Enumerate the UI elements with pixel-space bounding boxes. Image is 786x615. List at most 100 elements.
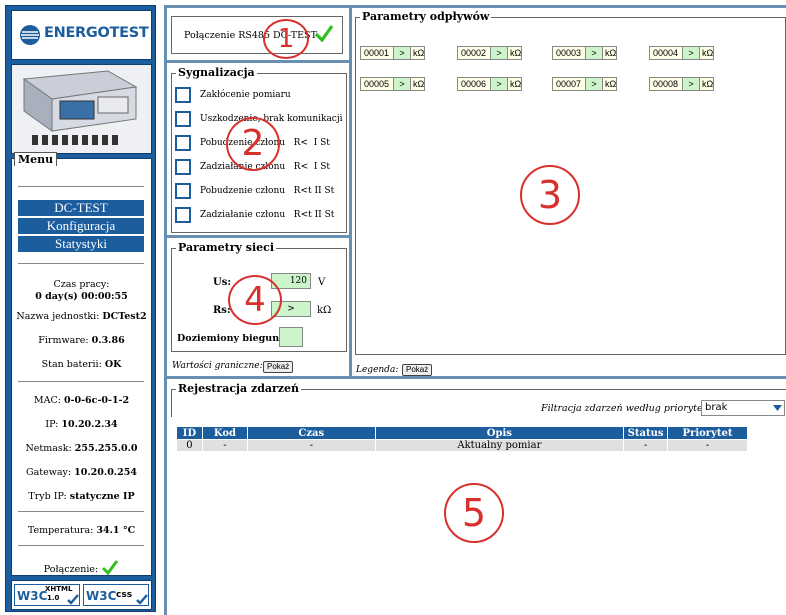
cell-opis: Aktualny pomiar [374,439,625,452]
network-legend: Parametry sieci [176,241,277,254]
cell-status: - [623,439,669,452]
menu-item-konfiguracja[interactable]: Konfiguracja [18,218,144,234]
output-cell[interactable]: 00002 > kΩ [457,46,523,60]
output-id: 00005 [364,79,390,89]
output-value: > [393,47,411,59]
signal-indicator [175,207,191,223]
output-value: > [585,47,603,59]
output-id: 00001 [364,48,390,58]
cell-id: 0 [176,439,203,452]
gateway-label: Gateway: [26,467,72,478]
battery-row: Stan baterii: OK [12,359,151,370]
output-id: 00002 [461,48,487,58]
output-value: > [585,78,603,90]
output-cell[interactable]: 00001 > kΩ [360,46,426,60]
column-header-kod[interactable]: Kod [201,426,248,440]
signal-indicator [175,87,191,103]
output-cell[interactable]: 00008 > kΩ [649,77,715,91]
brand-logo: ENERGOTEST [11,10,152,60]
connection-panel: Połączenie RS485 DC-TEST [167,8,349,60]
output-unit: kΩ [510,48,522,58]
signal-label: Zadziałanie członu R<t II St [200,210,335,220]
output-id: 00003 [556,48,582,58]
annotation-2: 2 [226,117,280,171]
output-unit: kΩ [413,79,425,89]
limits-label: Wartości graniczne: [172,361,263,371]
annotation-1: 1 [263,19,309,59]
show-limits-button[interactable]: Pokaż [263,361,294,373]
ip-value: 10.20.2.34 [61,419,118,430]
ip-label: IP: [45,419,59,430]
output-unit: kΩ [702,79,714,89]
output-id: 00004 [653,48,679,58]
column-header-id[interactable]: ID [176,426,203,440]
w3c-label: W3C [17,589,48,603]
device-image [12,65,151,153]
xhtml-version: 1.0 [47,594,60,602]
output-id: 00008 [653,79,679,89]
brand-name: ENERGOTEST [44,25,149,41]
us-label: Us: [213,277,232,288]
mac-value: 0-0-6c-0-1-2 [63,395,130,406]
divider [18,263,144,264]
checkmark-icon [314,25,334,42]
unit-name-row: Nazwa jednostki: DCTest2 [12,311,151,322]
output-cell[interactable]: 00003 > kΩ [552,46,618,60]
column-header-status[interactable]: Status [623,426,669,440]
menu-item-dc-test[interactable]: DC-TEST [18,200,144,216]
rs-unit: kΩ [317,305,332,316]
column-header-opis[interactable]: Opis [374,426,625,440]
output-unit: kΩ [413,48,425,58]
divider [18,381,144,382]
priority-filter-select[interactable]: brak [701,400,785,416]
battery-label: Stan baterii: [41,359,102,370]
chevron-down-icon [773,405,782,411]
output-value: > [682,78,700,90]
signal-indicator [175,111,191,127]
output-cell[interactable]: 00004 > kΩ [649,46,715,60]
column-header-czas[interactable]: Czas [246,426,376,440]
xhtml-badge[interactable]: W3C XHTML 1.0 [14,584,80,606]
css-badge[interactable]: W3C css [83,584,149,606]
signal-indicator [175,183,191,199]
cell-priorytet: - [667,439,748,452]
energotest-logo-icon [20,25,40,45]
signal-indicator [175,135,191,151]
connection-status-label: Połączenie: [43,564,99,575]
annotation-5: 5 [444,483,504,543]
netmask-value: 255.255.0.0 [74,443,138,454]
cell-kod: - [201,439,248,452]
output-cell[interactable]: 00005 > kΩ [360,77,426,91]
signal-indicator [175,159,191,175]
us-value: 120 [289,276,307,286]
table-row[interactable]: 0 - - Aktualny pomiar - - [176,439,748,452]
unit-name-label: Nazwa jednostki: [16,311,100,322]
output-value: > [490,78,508,90]
output-cell[interactable]: 00006 > kΩ [457,77,523,91]
device-photo [11,64,152,154]
ground-label: Doziemiony biegun: [177,333,283,344]
ip-row: IP: 10.20.2.34 [12,419,151,430]
output-unit: kΩ [605,79,617,89]
mac-label: MAC: [33,395,61,406]
ground-field[interactable] [279,327,303,347]
column-header-priorytet[interactable]: Priorytet [667,426,748,440]
connection-frame: Połączenie RS485 DC-TEST [171,16,343,54]
output-id: 00007 [556,79,582,89]
output-cell[interactable]: 00007 > kΩ [552,77,618,91]
signal-label: Zakłócenie pomiaru [200,90,291,100]
w3c-label: W3C [86,589,117,603]
menu-item-statystyki[interactable]: Statystyki [18,236,144,252]
ipmode-value: statyczne IP [69,491,135,502]
unit-name-value: DCTest2 [102,311,147,322]
show-legend-button[interactable]: Pokaż [402,364,433,376]
battery-value: OK [104,359,122,370]
output-unit: kΩ [702,48,714,58]
signaling-legend: Sygnalizacja [176,66,257,79]
badge-check-icon [67,594,79,605]
netmask-row: Netmask: 255.255.0.0 [12,443,151,454]
gateway-value: 10.20.0.254 [74,467,137,478]
firmware-label: Firmware: [38,335,89,346]
output-id: 00006 [461,79,487,89]
us-unit: V [318,277,326,288]
